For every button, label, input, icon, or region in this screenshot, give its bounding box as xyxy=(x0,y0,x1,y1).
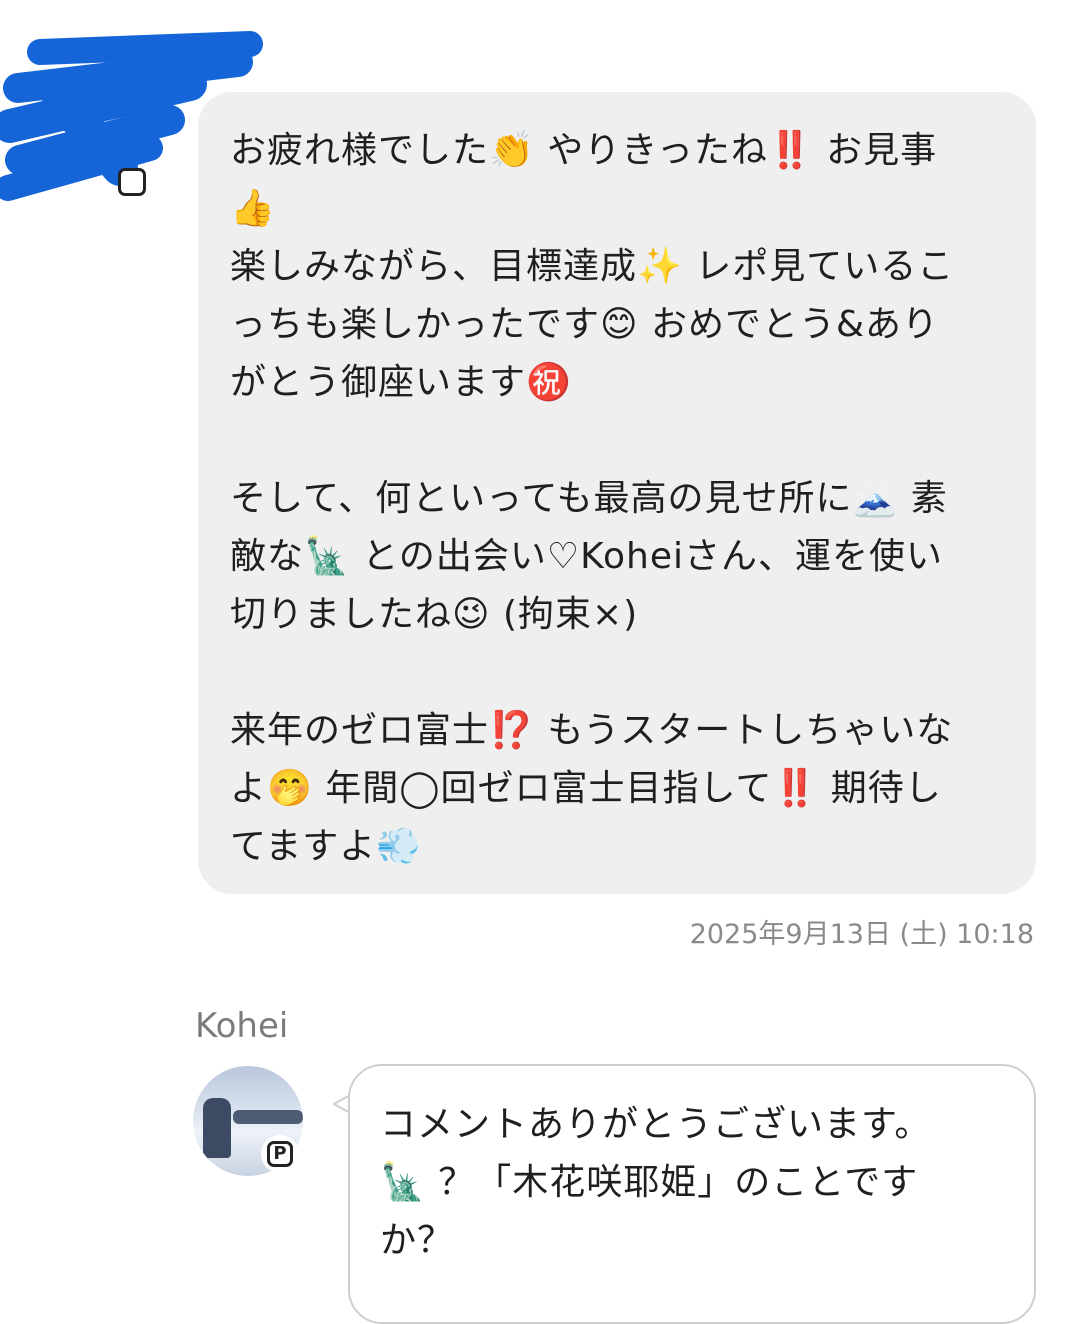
avatar-photo-ridge xyxy=(233,1110,303,1124)
reply-line: か？ xyxy=(380,1220,455,1261)
comment-line: てますよ💨 xyxy=(230,826,423,867)
comment-blank-line xyxy=(230,644,996,702)
reply-line: コメントありがとうございます。 xyxy=(380,1104,932,1145)
comment-line: 楽しみながら、目標達成✨ レポ見ているこ xyxy=(230,246,955,287)
comment-line: 来年のゼロ富士⁉️ もうスタートしちゃいな xyxy=(230,710,954,751)
comment-line: 切りましたね😉 (拘束×) xyxy=(230,594,639,635)
comment-line: お疲れ様でした👏 やりきったね‼️ お見事 xyxy=(230,130,938,171)
comment-line: っちも楽しかったです😊 おめでとう&あり xyxy=(230,304,940,345)
comment-line: よ🤭 年間◯回ゼロ富士目指して‼️ 期待し xyxy=(230,768,942,809)
comment-blank-line xyxy=(230,412,996,470)
comment-line: 👍 xyxy=(230,188,276,229)
premium-badge-label: P xyxy=(267,1141,293,1167)
avatar-badge-partial xyxy=(118,168,146,196)
comment-line: がとう御座います㊗️ xyxy=(230,362,572,403)
premium-badge-icon: P xyxy=(261,1135,299,1173)
reply-bubble: コメントありがとうございます。 🗽 ？「木花咲耶姫」のことです か？ xyxy=(348,1064,1036,1324)
reply-username[interactable]: Kohei xyxy=(195,1006,288,1046)
comment-line: そして、何といっても最高の見せ所に🗻 素 xyxy=(230,478,948,519)
comment-timestamp: 2025年9月13日 (土) 10:18 xyxy=(689,919,1034,950)
avatar-photo-figure xyxy=(203,1098,231,1158)
reply-line: 🗽 ？「木花咲耶姫」のことです xyxy=(380,1162,919,1203)
comment-line: 敵な🗽 との出会い♡Koheiさん、運を使い xyxy=(230,536,943,577)
comment-bubble: お疲れ様でした👏 やりきったね‼️ お見事 👍 楽しみながら、目標達成✨ レポ見… xyxy=(198,92,1036,894)
